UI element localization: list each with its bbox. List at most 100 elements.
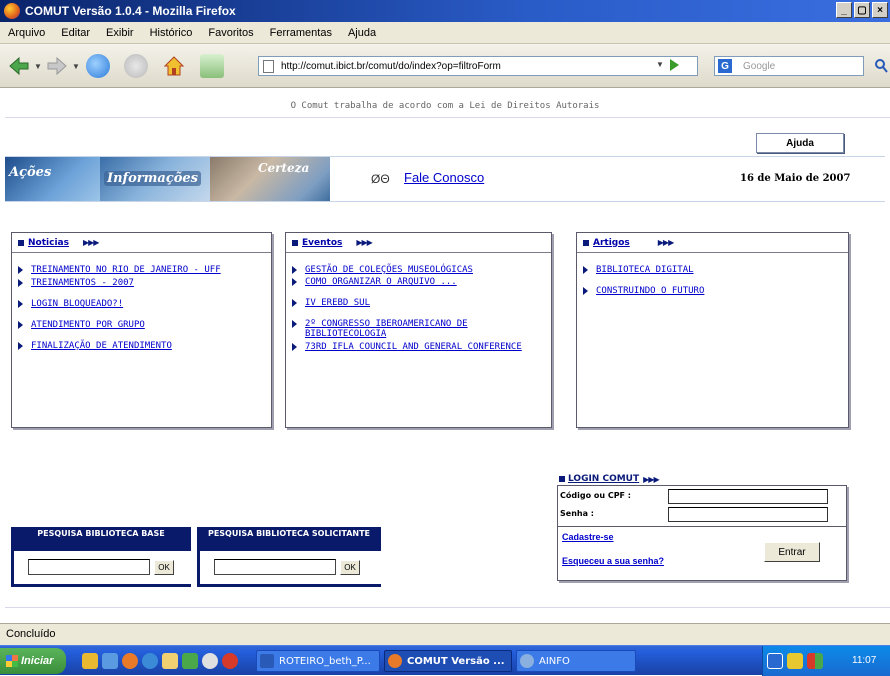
bullet-square-icon (583, 239, 589, 246)
menu-historico[interactable]: Histórico (150, 27, 193, 39)
stop-icon[interactable] (124, 54, 148, 78)
artigos-panel: Artigos ▶▶▶ BIBLIOTECA DIGITAL CONSTRUIN… (576, 232, 849, 428)
start-button[interactable]: Iniciar (0, 648, 66, 674)
noticia-link[interactable]: TREINAMENTO NO RIO DE JANEIRO - UFF (31, 265, 221, 275)
banner-certeza[interactable]: Certeza (210, 157, 330, 201)
list-item: FINALIZAÇÃO DE ATENDIMENTO (18, 341, 267, 351)
login-title: LOGIN COMUT (568, 474, 640, 484)
home-icon[interactable] (162, 54, 186, 78)
eventos-title[interactable]: Eventos (302, 238, 342, 248)
maximize-button[interactable]: ▢ (854, 2, 870, 18)
forward-dropdown-icon[interactable]: ▼ (72, 62, 80, 71)
evento-link[interactable]: GESTÃO DE COLEÇÕES MUSEOLÓGICAS (305, 265, 473, 275)
triangle-bullet-icon (18, 342, 23, 350)
pesquisa-base-ok-button[interactable]: OK (154, 560, 174, 575)
list-item: GESTÃO DE COLEÇÕES MUSEOLÓGICAS (292, 265, 547, 275)
menu-ferramentas[interactable]: Ferramentas (270, 27, 332, 39)
word-icon (260, 654, 274, 668)
help-button[interactable]: Ajuda (756, 133, 844, 153)
task-roteiro[interactable]: ROTEIRO_beth_P... (256, 650, 380, 672)
minimize-button[interactable]: _ (836, 2, 852, 18)
forgot-password-link[interactable]: Esqueceu a sua senha? (562, 556, 664, 566)
arrows-icon: ▶▶▶ (643, 474, 660, 484)
close-button[interactable]: × (872, 2, 888, 18)
triangle-bullet-icon (18, 266, 23, 274)
quicklaunch-notes-icon[interactable] (162, 653, 178, 669)
list-item: COMO ORGANIZAR O ARQUIVO ... (292, 277, 547, 287)
menu-ajuda[interactable]: Ajuda (348, 27, 376, 39)
pesquisa-biblioteca-solicitante: PESQUISA BIBLIOTECA SOLICITANTE OK (197, 527, 381, 589)
go-icon[interactable] (670, 59, 679, 71)
list-item: LOGIN BLOQUEADO?! (18, 299, 267, 309)
header-banner: Ações Informações Certeza ØΘ Fale Conosc… (5, 156, 885, 202)
list-item: BIBLIOTECA DIGITAL (583, 265, 844, 275)
pesquisa-solicitante-input[interactable] (214, 559, 336, 575)
quicklaunch-folder-icon[interactable] (82, 653, 98, 669)
triangle-bullet-icon (292, 278, 297, 286)
bookmark-page-icon[interactable] (200, 54, 224, 78)
evento-link[interactable]: COMO ORGANIZAR O ARQUIVO ... (305, 277, 457, 287)
url-dropdown-icon[interactable]: ▼ (656, 60, 664, 69)
arrows-icon: ▶▶▶ (657, 238, 675, 247)
entrar-button[interactable]: Entrar (764, 542, 820, 562)
banner-informacoes[interactable]: Informações (100, 157, 210, 201)
google-icon: G (718, 59, 732, 73)
search-placeholder: Google (743, 60, 776, 72)
menu-arquivo[interactable]: Arquivo (8, 27, 45, 39)
artigo-link[interactable]: CONSTRUINDO O FUTURO (596, 286, 704, 296)
artigos-title[interactable]: Artigos (593, 238, 630, 248)
quicklaunch-opera-icon[interactable] (222, 653, 238, 669)
copyright-notice: O Comut trabalha de acordo com a Lei de … (290, 101, 600, 111)
senha-label: Senha : (560, 509, 594, 518)
firefox-icon (4, 3, 20, 19)
task-comut-firefox[interactable]: COMUT Versão ... (384, 650, 512, 672)
fale-conosco-link[interactable]: Fale Conosco (404, 170, 484, 185)
quicklaunch-ie-icon[interactable] (102, 653, 118, 669)
pesquisa-base-title: PESQUISA BIBLIOTECA BASE (11, 527, 191, 551)
pesquisa-base-input[interactable] (28, 559, 150, 575)
triangle-bullet-icon (18, 300, 23, 308)
triangle-bullet-icon (583, 287, 588, 295)
contact-icon: ØΘ (371, 172, 390, 186)
tray-icon[interactable] (787, 653, 803, 669)
triangle-bullet-icon (583, 266, 588, 274)
task-ainfo[interactable]: AINFO (516, 650, 636, 672)
evento-link[interactable]: 2º CONGRESSO IBEROAMERICANO DE BIBLIOTEC… (305, 319, 547, 339)
back-dropdown-icon[interactable]: ▼ (34, 62, 42, 71)
noticias-panel: Noticias ▶▶▶ TREINAMENTO NO RIO DE JANEI… (11, 232, 272, 428)
menu-editar[interactable]: Editar (61, 27, 90, 39)
bullet-square-icon (559, 476, 565, 482)
quicklaunch-media-icon[interactable] (142, 653, 158, 669)
menu-exibir[interactable]: Exibir (106, 27, 134, 39)
menu-favoritos[interactable]: Favoritos (208, 27, 253, 39)
tray-network-icon[interactable] (767, 653, 783, 669)
artigo-link[interactable]: BIBLIOTECA DIGITAL (596, 265, 694, 275)
reload-icon[interactable] (86, 54, 110, 78)
evento-link[interactable]: IV EREBD SUL (305, 298, 370, 308)
cpf-input[interactable] (668, 489, 828, 504)
quicklaunch-chrome-icon[interactable] (202, 653, 218, 669)
window-title: COMUT Versão 1.0.4 - Mozilla Firefox (25, 4, 236, 18)
back-icon[interactable] (8, 56, 30, 76)
senha-input[interactable] (668, 507, 828, 522)
noticia-link[interactable]: LOGIN BLOQUEADO?! (31, 299, 123, 309)
eventos-panel: Eventos ▶▶▶ GESTÃO DE COLEÇÕES MUSEOLÓGI… (285, 232, 552, 428)
divider (5, 607, 890, 608)
forward-icon[interactable] (46, 56, 68, 76)
banner-acoes[interactable]: Ações (5, 157, 100, 201)
noticias-header: Noticias ▶▶▶ (12, 233, 271, 253)
url-bar[interactable]: http://comut.ibict.br/comut/do/index?op=… (258, 56, 698, 76)
noticia-link[interactable]: ATENDIMENTO POR GRUPO (31, 320, 145, 330)
noticia-link[interactable]: TREINAMENTOS - 2007 (31, 278, 134, 288)
evento-link[interactable]: 73RD IFLA COUNCIL AND GENERAL CONFERENCE (305, 342, 522, 352)
noticia-link[interactable]: FINALIZAÇÃO DE ATENDIMENTO (31, 341, 172, 351)
cadastre-se-link[interactable]: Cadastre-se (562, 532, 614, 542)
tray-app-icon[interactable] (807, 653, 823, 669)
search-input[interactable]: G Google (714, 56, 864, 76)
noticias-title[interactable]: Noticias (28, 238, 69, 248)
search-icon[interactable] (874, 58, 888, 74)
pesquisa-solicitante-ok-button[interactable]: OK (340, 560, 360, 575)
quicklaunch-app-icon[interactable] (182, 653, 198, 669)
list-item: 2º CONGRESSO IBEROAMERICANO DE BIBLIOTEC… (292, 319, 547, 339)
quicklaunch-firefox-icon[interactable] (122, 653, 138, 669)
